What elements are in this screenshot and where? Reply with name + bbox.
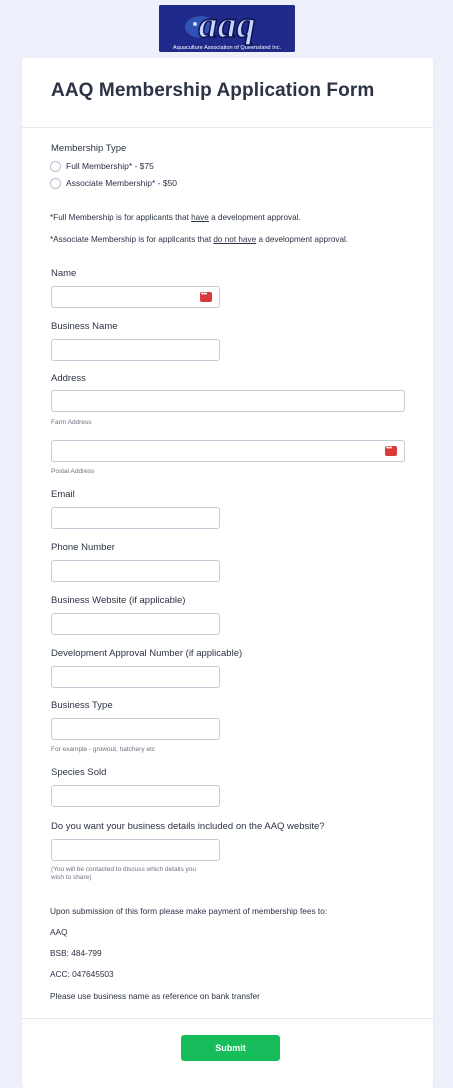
aaq-logo: aaq Aquaculture Association of Queenslan… (159, 5, 295, 52)
website-input[interactable] (51, 613, 220, 635)
radio-circle[interactable] (50, 160, 61, 172)
phone-label: Phone Number (51, 542, 115, 553)
name-label: Name (51, 268, 77, 279)
form-title: AAQ Membership Application Form (51, 80, 375, 101)
email-input[interactable] (51, 507, 220, 529)
radio-associate-membership[interactable]: Associate Membership* - $50 (50, 177, 177, 189)
farm-address-sublabel: Farm Address (51, 419, 92, 426)
address-label: Address (51, 373, 86, 384)
associate-membership-note: *Associate Membership is for applicants … (50, 235, 349, 244)
postal-address-input[interactable] (51, 440, 405, 462)
details-hint-2: wish to share) (51, 874, 92, 881)
business-type-label: Business Type (51, 700, 113, 711)
business-name-label: Business Name (51, 321, 118, 332)
title-divider (22, 127, 433, 128)
approval-number-label: Development Approval Number (if applicab… (51, 648, 243, 659)
business-type-input[interactable] (51, 718, 220, 740)
approval-number-input[interactable] (51, 666, 220, 688)
payment-acc: ACC: 047645503 (50, 969, 114, 979)
details-question-label: Do you want your business details includ… (51, 821, 325, 832)
business-name-input[interactable] (51, 339, 220, 361)
website-label: Business Website (if applicable) (51, 595, 186, 606)
radio-associate-label: Associate Membership* - $50 (66, 178, 178, 188)
farm-address-input[interactable] (51, 390, 405, 412)
species-label: Species Sold (51, 767, 107, 778)
payment-account-name: AAQ (50, 927, 68, 937)
form-card: AAQ Membership Application Form Membersh… (22, 58, 433, 1088)
name-input[interactable] (51, 286, 220, 308)
species-input[interactable] (51, 785, 220, 807)
postal-address-sublabel: Postal Address (51, 468, 95, 475)
radio-circle[interactable] (50, 177, 61, 189)
payment-intro: Upon submission of this form please make… (50, 906, 328, 916)
radio-full-membership[interactable]: Full Membership* - $75 (50, 160, 154, 172)
submit-button[interactable]: Submit (181, 1035, 280, 1061)
password-manager-icon[interactable] (385, 445, 397, 456)
membership-type-label: Membership Type (51, 143, 127, 154)
logo-subtitle: Aquaculture Association of Queensland In… (173, 45, 282, 51)
logo-text: aaq (199, 5, 256, 46)
email-label: Email (51, 489, 75, 500)
payment-bsb: BSB: 484-799 (50, 948, 102, 958)
payment-reference: Please use business name as reference on… (50, 991, 260, 1001)
full-membership-note: *Full Membership is for applicants that … (50, 213, 301, 222)
phone-input[interactable] (51, 560, 220, 582)
radio-full-label: Full Membership* - $75 (66, 161, 154, 171)
details-input[interactable] (51, 839, 220, 861)
bottom-divider (22, 1018, 433, 1019)
business-type-hint: For example - growout, hatchery etc (51, 746, 156, 753)
password-manager-icon[interactable] (200, 291, 212, 302)
